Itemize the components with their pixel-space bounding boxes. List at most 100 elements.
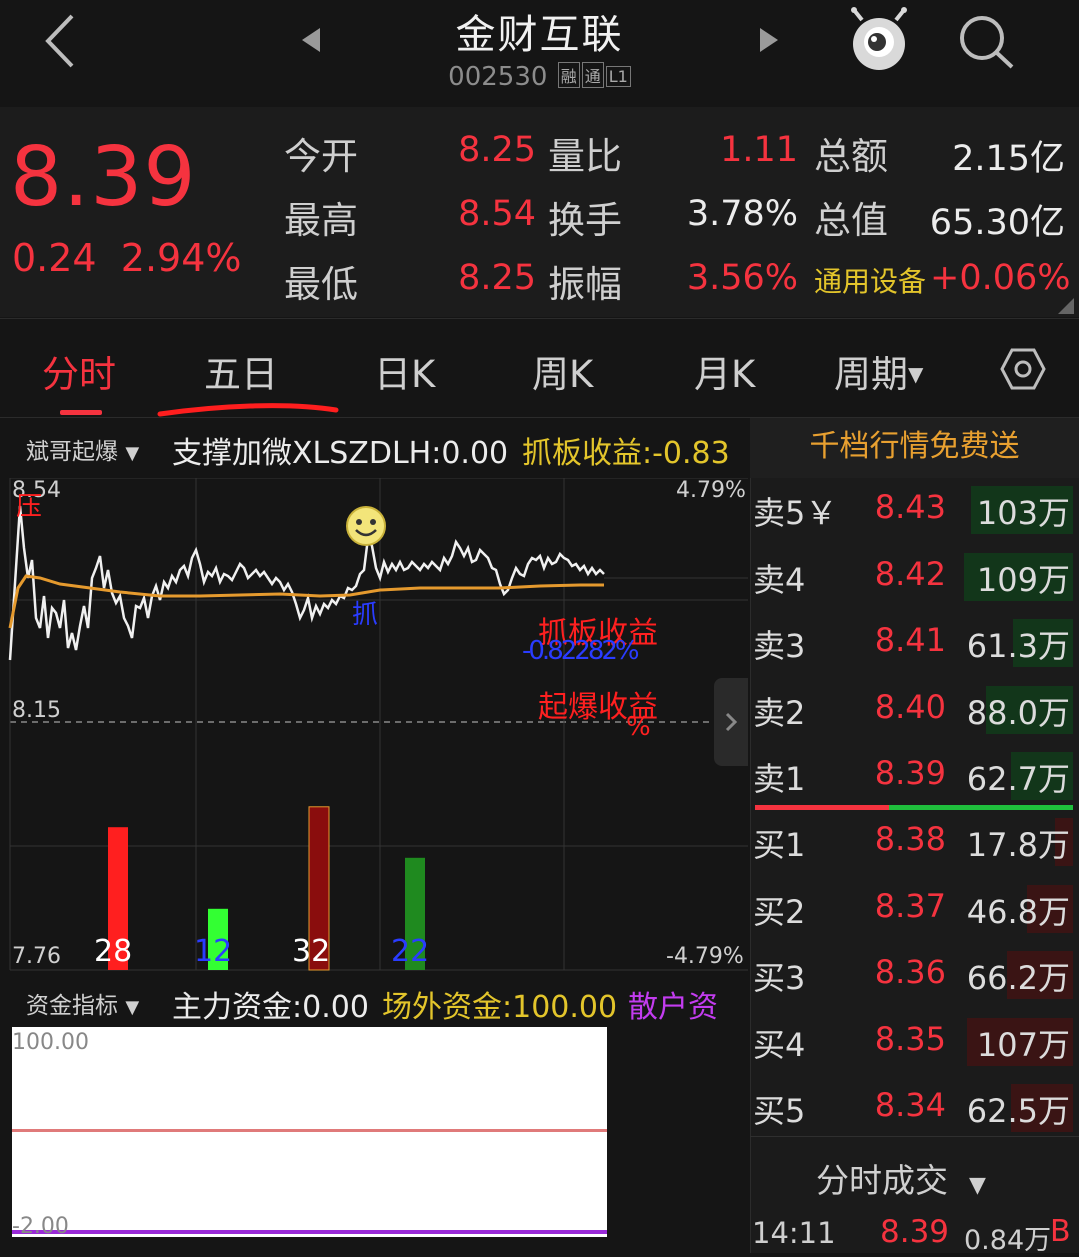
ask-level-volume: 61.3万 <box>966 627 1070 665</box>
amplitude-label: 振幅 <box>548 263 622 306</box>
grab-readout: 抓板收益:-0.83 <box>522 428 730 472</box>
bid-level-volume: 17.8万 <box>966 826 1070 864</box>
fund-retail-line <box>12 1230 607 1234</box>
tab-month-k[interactable]: 月K <box>694 344 755 398</box>
turnover-value: 3.78% <box>686 194 798 234</box>
bid-level-label: 买1 <box>753 826 806 864</box>
bid-level-price[interactable]: 8.35 <box>862 1020 946 1058</box>
high-value: 8.54 <box>458 194 536 234</box>
outside-fund-label: 场外资金: <box>382 990 513 1025</box>
ask-level-label: 卖4 <box>753 560 806 599</box>
indicator-selector[interactable]: 斌哥起爆 ▼ <box>26 432 139 466</box>
panel-toggle-handle[interactable] <box>714 678 748 766</box>
buy-sell-ratio-red <box>755 805 889 810</box>
ask-level-price[interactable]: 8.42 <box>862 555 946 593</box>
ask-level-volume: 88.0万 <box>966 693 1070 732</box>
bid-level-price[interactable]: 8.38 <box>862 820 946 858</box>
bid-level-price[interactable]: 8.37 <box>862 887 946 925</box>
bid-level-volume: 107万 <box>976 1025 1070 1064</box>
amplitude-value: 3.56% <box>686 258 798 298</box>
stock-code: 002530 <box>448 62 548 92</box>
search-icon[interactable] <box>956 12 1016 70</box>
tag-connect: 通 <box>581 62 604 88</box>
pct-axis-high: 4.79% <box>676 478 746 503</box>
tab-period[interactable]: 周期▼ <box>834 344 923 398</box>
ask-level-price[interactable]: 8.40 <box>862 688 946 726</box>
sector-link[interactable]: 通用设备 <box>814 260 926 300</box>
volume-ratio-value: 1.11 <box>720 130 798 170</box>
expand-corner-icon[interactable] <box>1058 298 1074 314</box>
tab-day-k[interactable]: 日K <box>374 344 435 398</box>
fund-indicator-selector[interactable]: 资金指标 ▼ <box>26 986 139 1020</box>
annotation-boom-value: % <box>626 712 651 742</box>
trade-time: 14:11 <box>752 1216 836 1250</box>
bid-level-price[interactable]: 8.34 <box>862 1086 946 1124</box>
main-fund-label: 主力资金: <box>172 990 303 1025</box>
last-price: 8.39 <box>10 130 197 225</box>
bid-level-price[interactable]: 8.36 <box>862 953 946 991</box>
open-value: 8.25 <box>458 130 536 170</box>
price-axis-low: 7.76 <box>12 944 61 969</box>
active-tab-indicator <box>60 410 102 415</box>
ask-level-price[interactable]: 8.39 <box>862 754 946 792</box>
support-value: 0.00 <box>441 436 509 471</box>
support-label: 支撑加微XLSZDLH: <box>172 436 442 471</box>
ask-level-price[interactable]: 8.43 <box>862 488 946 526</box>
outside-fund-readout: 场外资金:100.00 <box>382 982 617 1026</box>
grab-value: -0.83 <box>652 436 730 471</box>
caret-down-icon: ▼ <box>125 443 140 464</box>
price-axis-mid: 8.15 <box>12 698 61 723</box>
eye-mascot-icon[interactable] <box>848 6 910 74</box>
annotation-grab-value: -0.82282% <box>522 636 640 666</box>
support-readout: 支撑加微XLSZDLH:0.00 <box>172 428 508 472</box>
price-change: 0.24 <box>12 236 97 280</box>
fund-indicator-name: 资金指标 <box>26 993 118 1019</box>
bid-level-label: 买5 <box>753 1092 806 1130</box>
bid-level-label: 买4 <box>753 1025 806 1064</box>
fund-chart <box>12 1027 607 1237</box>
main-fund-value: 0.00 <box>302 990 369 1025</box>
ask-level-price[interactable]: 8.41 <box>862 621 946 659</box>
trade-detail-selector[interactable]: 分时成交 ▼ <box>816 1154 986 1202</box>
fund-axis-top: 100.00 <box>12 1030 89 1055</box>
ask-level-volume: 103万 <box>976 494 1070 532</box>
ask-level-label: 卖3 <box>753 627 806 665</box>
smiley-icon <box>346 506 386 546</box>
market-cap-label: 总值 <box>814 199 888 242</box>
fund-axis-bottom: -2.00 <box>12 1214 69 1239</box>
promo-banner[interactable]: 千档行情免费送 <box>750 418 1079 478</box>
next-stock-icon[interactable] <box>758 26 780 54</box>
bid-level-volume: 62.5万 <box>966 1092 1070 1130</box>
tag-level1: L1 <box>605 66 631 87</box>
high-label: 最高 <box>284 199 358 242</box>
tab-five-day[interactable]: 五日 <box>204 344 278 398</box>
trade-price: 8.39 <box>880 1214 950 1250</box>
ask-level-volume: 62.7万 <box>966 760 1070 798</box>
ask-level-label: 卖5￥ <box>753 494 838 532</box>
market-cap-value: 65.30亿 <box>929 203 1065 243</box>
signal-bars <box>108 806 425 971</box>
chevron-right-icon <box>725 712 738 732</box>
indicator-name: 斌哥起爆 <box>26 439 118 465</box>
caret-down-icon: ▼ <box>968 1173 986 1198</box>
stock-code-row: 002530 融通 L1 <box>0 62 1079 92</box>
tab-intraday[interactable]: 分时 <box>42 344 116 398</box>
tab-period-label: 周期 <box>834 353 908 396</box>
hexagon-settings-icon[interactable] <box>1000 346 1046 392</box>
price-line <box>8 505 605 661</box>
hand-drawn-underline <box>157 403 339 417</box>
tab-week-k[interactable]: 周K <box>532 344 593 398</box>
bar-label-2: 12 <box>194 934 233 969</box>
open-label: 今开 <box>284 135 358 178</box>
turnover-label: 换手 <box>548 199 622 242</box>
bid-level-label: 买2 <box>753 892 806 931</box>
bid-level-label: 买3 <box>753 959 806 997</box>
trade-side: B <box>1050 1214 1071 1249</box>
bid-level-volume: 46.8万 <box>966 892 1070 931</box>
bar-label-3: 32 <box>292 934 331 969</box>
retail-fund-label: 散户资 <box>628 990 718 1025</box>
stock-name: 金财互联 <box>455 12 624 58</box>
buy-sell-ratio-green <box>889 805 1073 810</box>
pct-axis-low: -4.79% <box>666 944 744 969</box>
sector-change: +0.06% <box>930 258 1071 298</box>
